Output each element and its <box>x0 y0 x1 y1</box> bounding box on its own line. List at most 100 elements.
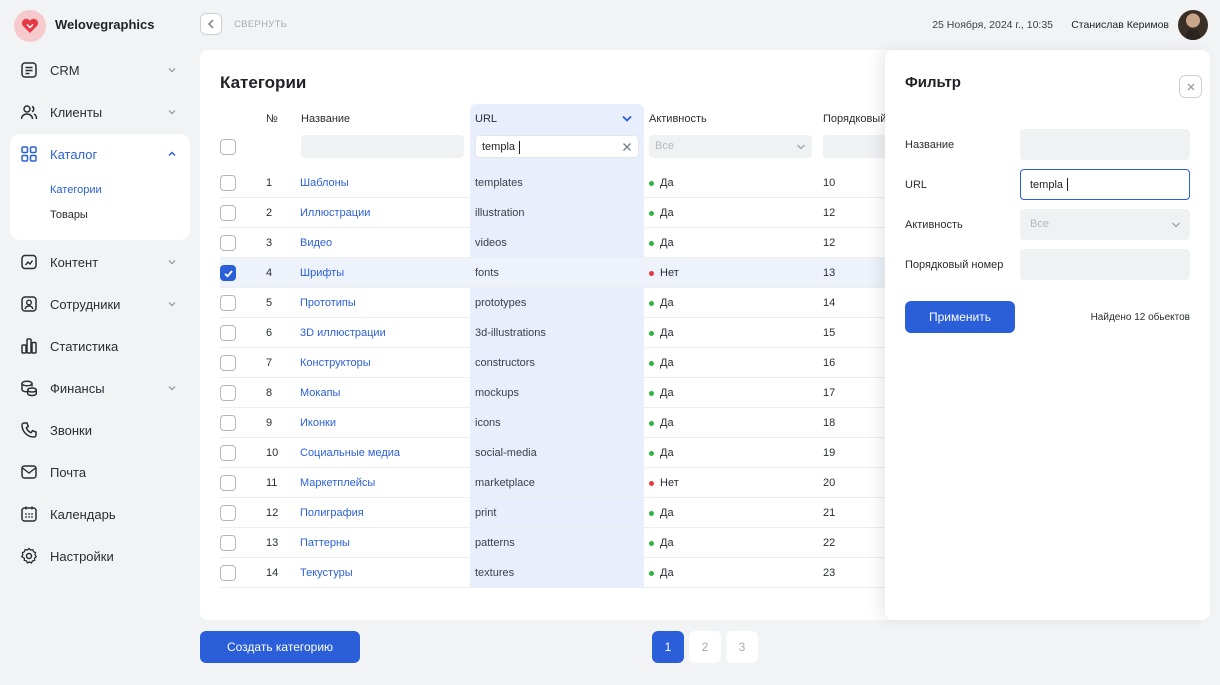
row-checkbox[interactable] <box>220 355 236 371</box>
activity-status: Да <box>649 327 674 339</box>
status-dot <box>649 540 654 546</box>
chevron-down-icon <box>1172 222 1180 228</box>
page-button-1[interactable]: 1 <box>652 631 684 663</box>
sidebar-item-label: Звонки <box>50 423 92 438</box>
sidebar-item-employees[interactable]: Сотрудники <box>10 286 190 322</box>
name-filter-input[interactable] <box>301 135 464 158</box>
sidebar-item-clients[interactable]: Клиенты <box>10 94 190 130</box>
category-name-link[interactable]: 3D иллюстрации <box>300 327 386 339</box>
sidebar-subitem-categories[interactable]: Категории <box>50 184 102 196</box>
sidebar-item-settings[interactable]: Настройки <box>10 538 190 574</box>
category-name-link[interactable]: Иллюстрации <box>300 207 370 219</box>
activity-status: Да <box>649 297 674 309</box>
clear-x-icon[interactable] <box>622 142 632 152</box>
row-checkbox[interactable] <box>220 295 236 311</box>
row-checkbox[interactable] <box>220 175 236 191</box>
brand-logo[interactable] <box>14 10 46 42</box>
category-name-link[interactable]: Иконки <box>300 417 336 429</box>
page-button-3[interactable]: 3 <box>726 631 758 663</box>
column-header-order[interactable]: Порядковый <box>823 113 886 125</box>
row-checkbox[interactable] <box>220 265 236 281</box>
category-name-link[interactable]: Паттерны <box>300 537 350 549</box>
order-number: 20 <box>823 477 836 489</box>
sidebar-item-content[interactable]: Контент <box>10 244 190 280</box>
sidebar-item-mail[interactable]: Почта <box>10 454 190 490</box>
status-text: Да <box>660 417 674 429</box>
row-checkbox[interactable] <box>220 535 236 551</box>
sidebar-item-label: Финансы <box>50 381 105 396</box>
filter-order-input[interactable] <box>1020 249 1190 280</box>
category-url: social-media <box>475 447 537 459</box>
status-dot <box>649 270 654 276</box>
chevron-up-icon <box>168 151 176 157</box>
phone-icon <box>21 422 37 438</box>
filter-active-select[interactable]: Все <box>1020 209 1190 240</box>
row-checkbox[interactable] <box>220 385 236 401</box>
column-header-name[interactable]: Название <box>301 113 350 125</box>
calendar-icon <box>21 506 37 522</box>
category-name-link[interactable]: Шаблоны <box>300 177 349 189</box>
select-all-checkbox[interactable] <box>220 139 236 155</box>
sidebar-subitem-products[interactable]: Товары <box>50 209 88 221</box>
url-filter-input[interactable]: templa <box>475 135 639 158</box>
status-text: Да <box>660 567 674 579</box>
category-name-link[interactable]: Социальные медиа <box>300 447 400 459</box>
category-name-link[interactable]: Конструкторы <box>300 357 371 369</box>
category-name-link[interactable]: Маркетплейсы <box>300 477 375 489</box>
sort-chevron-down-icon[interactable] <box>621 114 633 124</box>
row-checkbox[interactable] <box>220 325 236 341</box>
status-dot <box>649 300 654 306</box>
sidebar-item-label: Статистика <box>50 339 119 354</box>
close-filter-button[interactable] <box>1179 75 1202 98</box>
sidebar-item-catalog[interactable]: Каталог <box>10 136 190 172</box>
order-number: 18 <box>823 417 836 429</box>
row-checkbox[interactable] <box>220 445 236 461</box>
filter-active-label: Активность <box>905 219 963 231</box>
row-number: 6 <box>266 327 273 339</box>
order-number: 12 <box>823 207 836 219</box>
order-number: 21 <box>823 507 836 519</box>
document-list-icon <box>21 62 37 78</box>
column-header-url[interactable]: URL <box>475 113 497 125</box>
category-name-link[interactable]: Полиграфия <box>300 507 364 519</box>
row-checkbox[interactable] <box>220 565 236 581</box>
row-checkbox[interactable] <box>220 475 236 491</box>
apply-filter-button[interactable]: Применить <box>905 301 1015 333</box>
filter-name-input[interactable] <box>1020 129 1190 160</box>
row-checkbox[interactable] <box>220 415 236 431</box>
row-number: 8 <box>266 387 273 399</box>
category-name-link[interactable]: Видео <box>300 237 332 249</box>
category-name-link[interactable]: Мокапы <box>300 387 340 399</box>
user-name[interactable]: Станислав Керимов <box>1071 19 1169 31</box>
sidebar-item-calendar[interactable]: Календарь <box>10 496 190 532</box>
column-header-active[interactable]: Активность <box>649 113 707 125</box>
order-number: 13 <box>823 267 836 279</box>
sidebar-item-finance[interactable]: Финансы <box>10 370 190 406</box>
category-name-link[interactable]: Текустуры <box>300 567 353 579</box>
filter-url-input[interactable]: templa <box>1020 169 1190 200</box>
create-category-button[interactable]: Создать категорию <box>200 631 360 663</box>
status-text: Да <box>660 447 674 459</box>
row-number: 13 <box>266 537 279 549</box>
employee-icon <box>21 296 37 312</box>
activity-status: Да <box>649 237 674 249</box>
status-text: Да <box>660 537 674 549</box>
sidebar-item-calls[interactable]: Звонки <box>10 412 190 448</box>
row-checkbox[interactable] <box>220 235 236 251</box>
order-number: 19 <box>823 447 836 459</box>
activity-status: Да <box>649 507 674 519</box>
column-header-num[interactable]: № <box>266 113 278 125</box>
collapse-label[interactable]: СВЕРНУТЬ <box>234 19 287 30</box>
collapse-sidebar-button[interactable] <box>200 13 222 35</box>
sidebar-item-label: CRM <box>50 63 80 78</box>
avatar[interactable] <box>1178 10 1208 40</box>
sidebar-item-statistics[interactable]: Статистика <box>10 328 190 364</box>
row-checkbox[interactable] <box>220 205 236 221</box>
page-button-2[interactable]: 2 <box>689 631 721 663</box>
category-name-link[interactable]: Шрифты <box>300 267 344 279</box>
active-filter-select[interactable]: Все <box>649 135 812 158</box>
sidebar-item-crm[interactable]: CRM <box>10 52 190 88</box>
category-name-link[interactable]: Прототипы <box>300 297 356 309</box>
row-checkbox[interactable] <box>220 505 236 521</box>
row-number: 14 <box>266 567 279 579</box>
